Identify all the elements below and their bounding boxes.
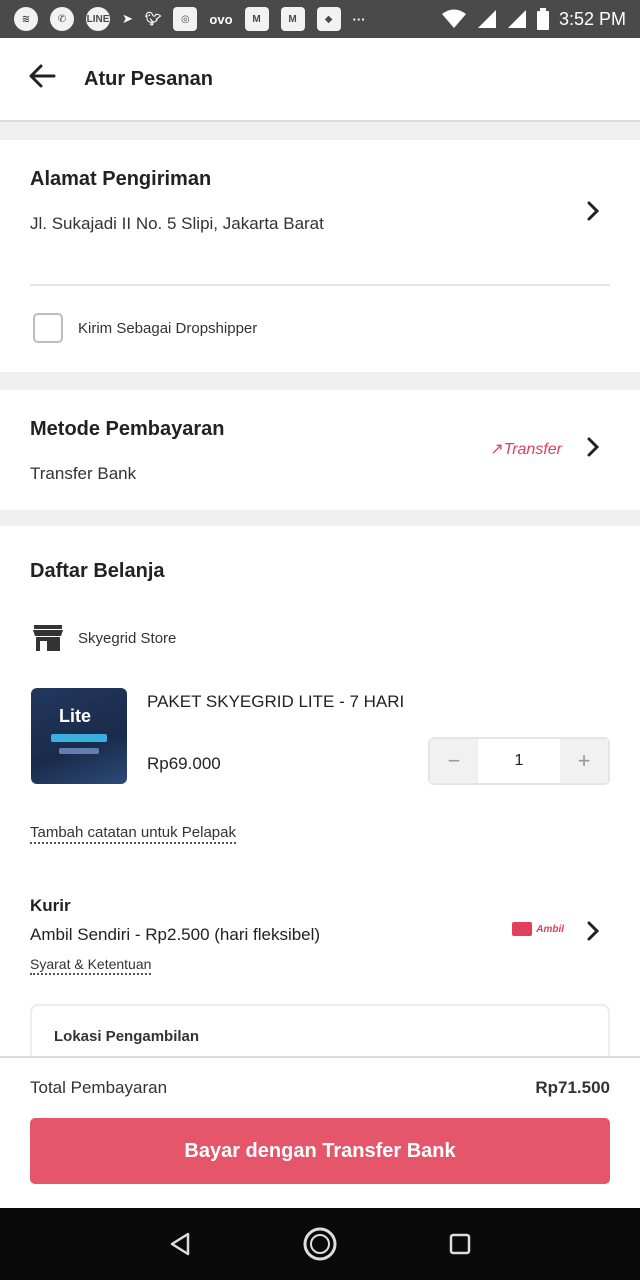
payment-method-title: Metode Pembayaran: [30, 418, 225, 440]
nav-back-icon[interactable]: [160, 1224, 200, 1264]
ambil-sendiri-logo: Ambil: [512, 922, 564, 936]
spotify-icon: ≋: [14, 7, 38, 31]
shopping-list-section: Daftar Belanja Skyegrid Store Lite PAKET…: [0, 526, 640, 1064]
ambil-logo-text: Ambil: [536, 923, 564, 935]
chevron-right-icon[interactable]: [586, 918, 600, 949]
increment-button[interactable]: +: [560, 739, 608, 783]
dropshipper-checkbox[interactable]: [33, 313, 63, 343]
store-name[interactable]: Skyegrid Store: [78, 630, 176, 647]
signal-icon: [477, 10, 496, 28]
add-note-link[interactable]: Tambah catatan untuk Pelapak: [30, 824, 236, 844]
nav-recents-icon[interactable]: [440, 1224, 480, 1264]
payment-method-section[interactable]: Metode Pembayaran Transfer Bank ↗Transfe…: [0, 390, 640, 510]
total-value: Rp71.500: [535, 1078, 610, 1097]
shipping-address-section: Alamat Pengiriman Jl. Sukajadi II No. 5 …: [0, 140, 640, 372]
payment-method-value: Transfer Bank: [30, 464, 137, 483]
clock: 3:52 PM: [558, 8, 626, 29]
shipping-address-title: Alamat Pengiriman: [30, 168, 212, 190]
pickup-location-title: Lokasi Pengambilan: [54, 1028, 200, 1045]
transfer-logo: ↗Transfer: [490, 441, 562, 458]
line-icon: LINE: [86, 7, 110, 31]
shopping-list-title: Daftar Belanja: [30, 560, 165, 582]
battery-icon: [536, 8, 549, 30]
wifi-icon: [441, 9, 466, 28]
instagram-icon: ◎: [173, 7, 198, 31]
quantity-stepper: − 1 +: [428, 737, 610, 785]
back-arrow-icon[interactable]: [28, 64, 68, 94]
chevron-right-icon[interactable]: [586, 434, 600, 465]
system-icons: 3:52 PM: [441, 8, 626, 30]
whatsapp-icon: ✆: [50, 7, 74, 31]
notification-icons: ≋ ✆ LINE ➤ 🐦︎ ◎ ovo M M ◆ ···: [14, 7, 366, 31]
dropshipper-label[interactable]: Kirim Sebagai Dropshipper: [78, 320, 257, 337]
gmail-icon: M: [280, 7, 305, 31]
more-icon: ···: [352, 11, 366, 27]
signal-icon-2: [507, 10, 526, 28]
gmail-icon: M: [244, 7, 269, 31]
chevron-right-icon[interactable]: [586, 198, 600, 229]
courier-title: Kurir: [30, 896, 71, 915]
ambil-box-icon: [512, 922, 533, 936]
decrement-button[interactable]: −: [430, 739, 478, 783]
pickup-location-box: Lokasi Pengambilan: [30, 1004, 610, 1064]
quantity-value[interactable]: 1: [478, 739, 560, 783]
shipping-address-text[interactable]: Jl. Sukajadi II No. 5 Slipi, Jakarta Bar…: [30, 214, 324, 234]
total-label: Total Pembayaran: [30, 1078, 168, 1097]
product-price: Rp69.000: [147, 754, 221, 773]
divider: [30, 284, 610, 286]
store-icon: [33, 625, 63, 651]
product-thumbnail-label: Lite: [59, 706, 92, 726]
android-nav-bar: [0, 1208, 640, 1280]
maps-icon: ◆: [316, 7, 341, 31]
nav-home-icon[interactable]: [300, 1224, 340, 1264]
navigation-icon: ➤: [122, 11, 133, 26]
product-name: PAKET SKYEGRID LITE - 7 HARI: [147, 692, 405, 711]
thumbnail-decoration: [59, 748, 99, 754]
terms-link[interactable]: Syarat & Ketentuan: [30, 956, 152, 975]
product-thumbnail[interactable]: Lite: [31, 688, 127, 784]
app-bar: Atur Pesanan: [0, 38, 640, 122]
twitter-icon: 🐦︎: [144, 11, 162, 26]
ovo-icon: ovo: [209, 11, 233, 27]
page-title: Atur Pesanan: [84, 67, 213, 90]
status-bar: ≋ ✆ LINE ➤ 🐦︎ ◎ ovo M M ◆ ··· 3:52 PM: [0, 0, 640, 38]
courier-option[interactable]: Ambil Sendiri - Rp2.500 (hari fleksibel): [30, 925, 320, 945]
checkout-bar: Total Pembayaran Rp71.500 Bayar dengan T…: [0, 1056, 640, 1208]
thumbnail-decoration: [51, 734, 107, 742]
pay-button[interactable]: Bayar dengan Transfer Bank: [30, 1118, 610, 1184]
